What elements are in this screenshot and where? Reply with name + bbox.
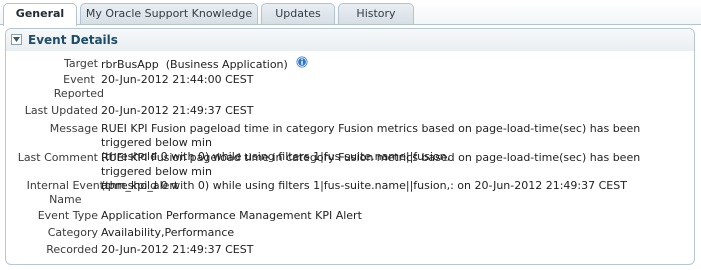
label-line: Name <box>49 193 82 206</box>
field-value: 20-Jun-2012 21:49:37 CEST <box>101 104 254 117</box>
panel-header: Event Details <box>6 29 694 51</box>
tab-updates[interactable]: Updates <box>261 3 335 25</box>
field-value: 20-Jun-2012 21:49:37 CEST <box>101 243 254 256</box>
field-label: Event Type <box>37 209 98 222</box>
field-label: Event Reported <box>54 73 104 101</box>
field-value: 20-Jun-2012 21:44:00 CEST <box>101 73 254 86</box>
info-icon[interactable] <box>296 56 308 72</box>
field-value: Application Performance Management KPI A… <box>101 209 362 222</box>
tab-my-oracle-support-knowledge[interactable]: My Oracle Support Knowledge <box>80 3 258 25</box>
tab-history[interactable]: History <box>338 3 414 25</box>
label-line: Internal Event <box>26 179 104 192</box>
tab-bar: General My Oracle Support Knowledge Upda… <box>0 0 701 26</box>
event-details-panel: Event Details Target rbrBusApp (Business… <box>5 28 695 265</box>
value-line: RUEI KPI Fusion pageload time in categor… <box>101 151 641 178</box>
field-label: Internal Event Name <box>27 179 104 207</box>
field-value: Availability,Performance <box>101 226 235 239</box>
field-label: Message <box>49 122 98 135</box>
chevron-down-icon[interactable] <box>11 34 22 45</box>
field-label: Target <box>63 57 98 70</box>
value-line: RUEI KPI Fusion pageload time in categor… <box>101 122 641 149</box>
field-label: Category <box>47 226 98 239</box>
tab-bar-divider <box>0 24 701 25</box>
tab-general[interactable]: General <box>3 3 77 26</box>
field-value: apm_kpi_alert <box>101 179 179 192</box>
field-label: Last Comment <box>17 151 98 164</box>
panel-title: Event Details <box>28 33 118 47</box>
field-value: rbrBusApp (Business Application) <box>101 56 691 73</box>
field-label: Recorded <box>46 243 98 256</box>
label-line: Event <box>63 73 95 86</box>
field-label: Last Updated <box>24 104 98 117</box>
target-value: rbrBusApp (Business Application) <box>101 58 288 71</box>
label-line: Reported <box>53 87 104 100</box>
